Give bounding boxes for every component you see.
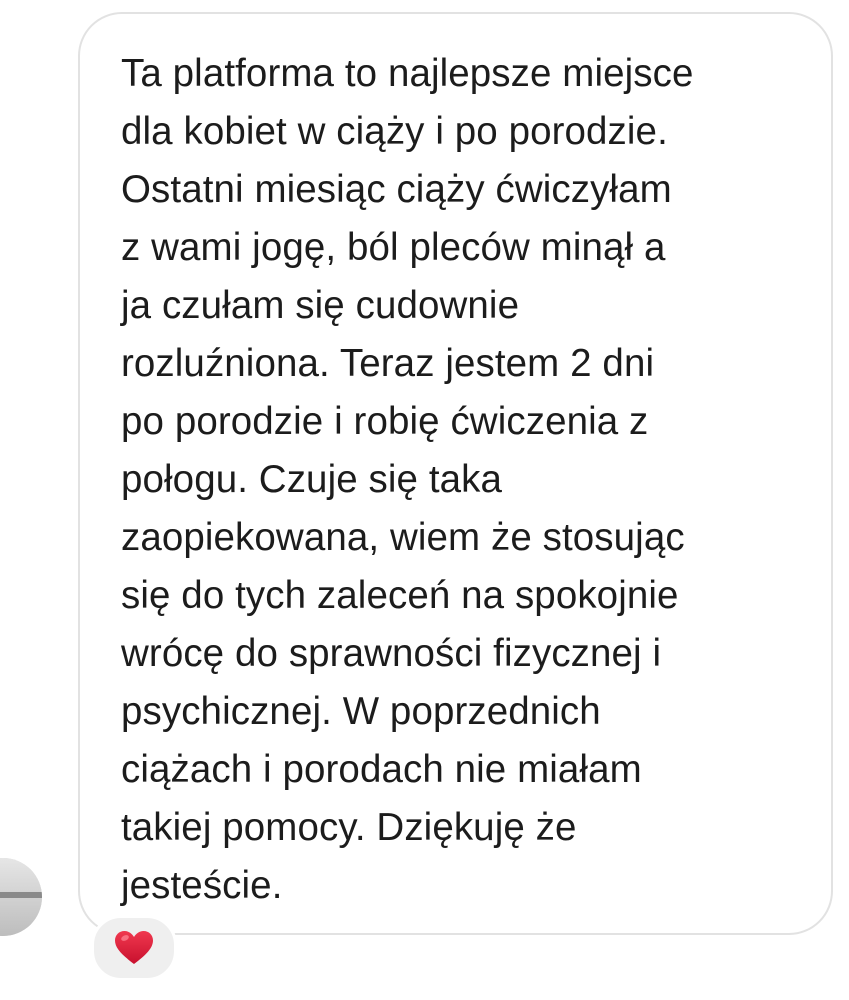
message-bubble[interactable]: Ta platforma to najlepsze miejsce dla ko… bbox=[78, 12, 833, 935]
reaction-badge[interactable] bbox=[91, 915, 177, 981]
sender-avatar[interactable] bbox=[0, 858, 42, 936]
message-text: Ta platforma to najlepsze miejsce dla ko… bbox=[121, 52, 694, 907]
heart-icon bbox=[114, 930, 154, 966]
avatar-photo-icon bbox=[0, 858, 42, 936]
